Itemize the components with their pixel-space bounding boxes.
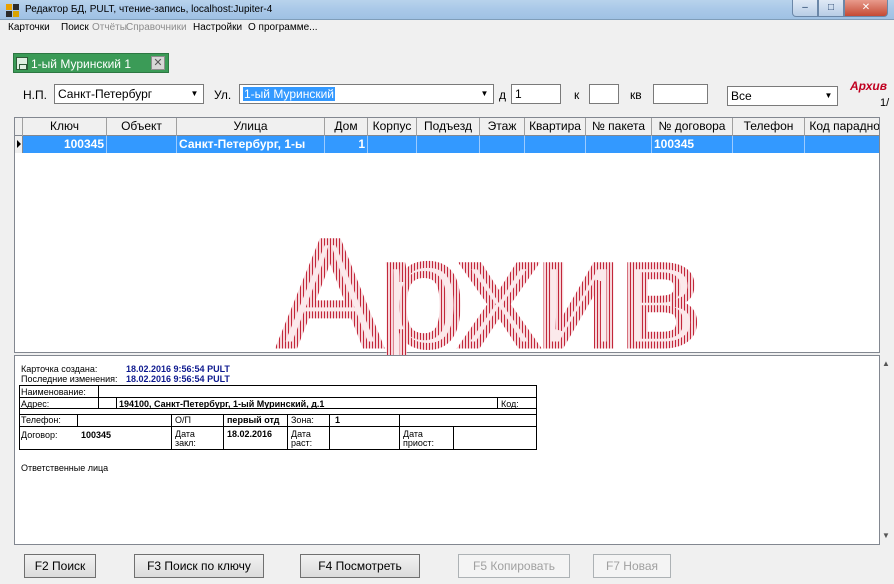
date-signed-value: 18.02.2016 <box>227 429 273 439</box>
scroll-up-icon[interactable]: ▲ <box>882 359 890 368</box>
cell-key: 100345 <box>23 136 107 153</box>
menu-directories[interactable]: Справочники <box>126 22 187 33</box>
column-header[interactable]: Дом <box>325 118 368 136</box>
cell-street: Санкт-Петербург, 1-ы <box>177 136 325 153</box>
cell-apartment <box>525 136 586 153</box>
responsible-label: Ответственные лица <box>21 463 109 473</box>
house-input[interactable]: 1 <box>511 84 561 104</box>
search-button[interactable]: F2 Поиск <box>24 554 96 578</box>
cell-floor <box>480 136 525 153</box>
scroll-down-icon[interactable]: ▼ <box>882 531 890 540</box>
name-label: Наименование: <box>21 387 86 397</box>
tab-address-card[interactable]: 1-ый Муринский 1 ✕ <box>13 53 169 73</box>
cell-building <box>368 136 417 153</box>
title-bar: Редактор БД, PULT, чтение-запись, localh… <box>0 0 894 20</box>
menu-cards[interactable]: Карточки <box>8 22 50 33</box>
column-header[interactable]: Квартира <box>525 118 586 136</box>
contract-label: Договор: <box>21 430 58 440</box>
date-term-label-2: раст: <box>291 438 313 448</box>
menu-about[interactable]: О программе... <box>248 22 318 33</box>
menu-bar: Карточки Поиск Отчёты Справочники Настро… <box>0 20 894 36</box>
cell-house: 1 <box>325 136 368 153</box>
close-button[interactable]: ✕ <box>844 0 888 17</box>
search-by-key-button[interactable]: F3 Поиск по ключу <box>134 554 264 578</box>
city-label: Н.П. <box>23 88 47 102</box>
status-select[interactable]: Все ▼ <box>727 86 838 106</box>
app-icon <box>6 4 19 17</box>
modified-value: 18.02.2016 9:56:54 PULT <box>126 374 230 384</box>
watermark-text: Архив <box>280 209 700 365</box>
menu-settings[interactable]: Настройки <box>193 22 242 33</box>
column-header[interactable]: Ключ <box>23 118 107 136</box>
archive-watermark: Архив <box>276 206 703 366</box>
column-header[interactable]: Телефон <box>733 118 805 136</box>
cell-contract: 100345 <box>652 136 733 153</box>
column-header[interactable]: Корпус <box>368 118 417 136</box>
cell-package <box>586 136 652 153</box>
phone-label: Телефон: <box>21 415 61 425</box>
column-header[interactable]: № пакета <box>586 118 652 136</box>
column-header[interactable]: Этаж <box>480 118 525 136</box>
zone-value: 1 <box>335 415 341 425</box>
cell-phone <box>733 136 805 153</box>
created-value: 18.02.2016 9:56:54 PULT <box>126 364 230 374</box>
minimize-button[interactable]: – <box>792 0 818 17</box>
new-button[interactable]: F7 Новая <box>593 554 671 578</box>
street-select[interactable]: 1-ый Муринский ▼ <box>239 84 494 104</box>
building-input[interactable] <box>589 84 619 104</box>
apartment-label: кв <box>630 88 642 102</box>
chevron-down-icon[interactable]: ▼ <box>821 88 836 104</box>
menu-reports[interactable]: Отчёты <box>92 22 127 33</box>
chevron-down-icon[interactable]: ▼ <box>187 86 202 102</box>
cell-entrance <box>417 136 480 153</box>
code-label: Код: <box>501 399 519 409</box>
column-header[interactable]: Улица <box>177 118 325 136</box>
city-select[interactable]: Санкт-Петербург ▼ <box>54 84 204 104</box>
action-bar: F2 Поиск F3 Поиск по ключу F4 Посмотреть… <box>0 548 894 584</box>
apartment-input[interactable] <box>653 84 708 104</box>
building-label: к <box>574 88 580 102</box>
copy-button[interactable]: F5 Копировать <box>458 554 570 578</box>
tab-close-icon[interactable]: ✕ <box>151 56 165 70</box>
tab-label: 1-ый Муринский 1 <box>31 57 131 71</box>
archive-label: Архив <box>850 79 887 93</box>
table-row[interactable]: 100345 Санкт-Петербург, 1-ы 1 100345 <box>15 136 879 153</box>
chevron-down-icon[interactable]: ▼ <box>477 86 492 102</box>
date-suspend-label-2: приост: <box>403 438 435 448</box>
menu-search[interactable]: Поиск <box>61 22 89 33</box>
street-label: Ул. <box>214 88 232 102</box>
column-header[interactable]: № договора <box>652 118 733 136</box>
modified-label: Последние изменения: <box>21 374 118 384</box>
card-details-panel: Карточка создана: 18.02.2016 9:56:54 PUL… <box>14 355 880 545</box>
grid-header: Ключ Объект Улица Дом Корпус Подъезд Эта… <box>15 118 879 136</box>
maximize-button[interactable]: □ <box>818 0 844 17</box>
view-button[interactable]: F4 Посмотреть <box>300 554 420 578</box>
date-signed-label-2: закл: <box>175 438 196 448</box>
op-label: О/П <box>175 415 191 425</box>
window-title: Редактор БД, PULT, чтение-запись, localh… <box>25 4 273 15</box>
column-header[interactable]: Объект <box>107 118 177 136</box>
house-label: д <box>499 88 507 102</box>
contract-value: 100345 <box>81 430 112 440</box>
cell-object <box>107 136 177 153</box>
created-label: Карточка создана: <box>21 364 98 374</box>
address-value: 194100, Санкт-Петербург, 1-ый Муринский,… <box>119 399 325 409</box>
cell-entrance-code <box>805 136 879 153</box>
detail-scrollbar[interactable]: ▲ ▼ <box>880 355 894 545</box>
op-value: первый отд <box>227 415 280 425</box>
status-value: Все <box>731 89 752 103</box>
row-pointer-icon <box>15 136 23 153</box>
card-icon <box>16 57 28 70</box>
street-value: 1-ый Муринский <box>243 87 335 101</box>
page-indicator: 1/ <box>880 97 890 109</box>
column-header[interactable]: Код парадной <box>805 118 879 136</box>
address-label: Адрес: <box>21 399 50 409</box>
city-value: Санкт-Петербург <box>58 87 153 101</box>
column-header[interactable]: Подъезд <box>417 118 480 136</box>
zone-label: Зона: <box>291 415 314 425</box>
